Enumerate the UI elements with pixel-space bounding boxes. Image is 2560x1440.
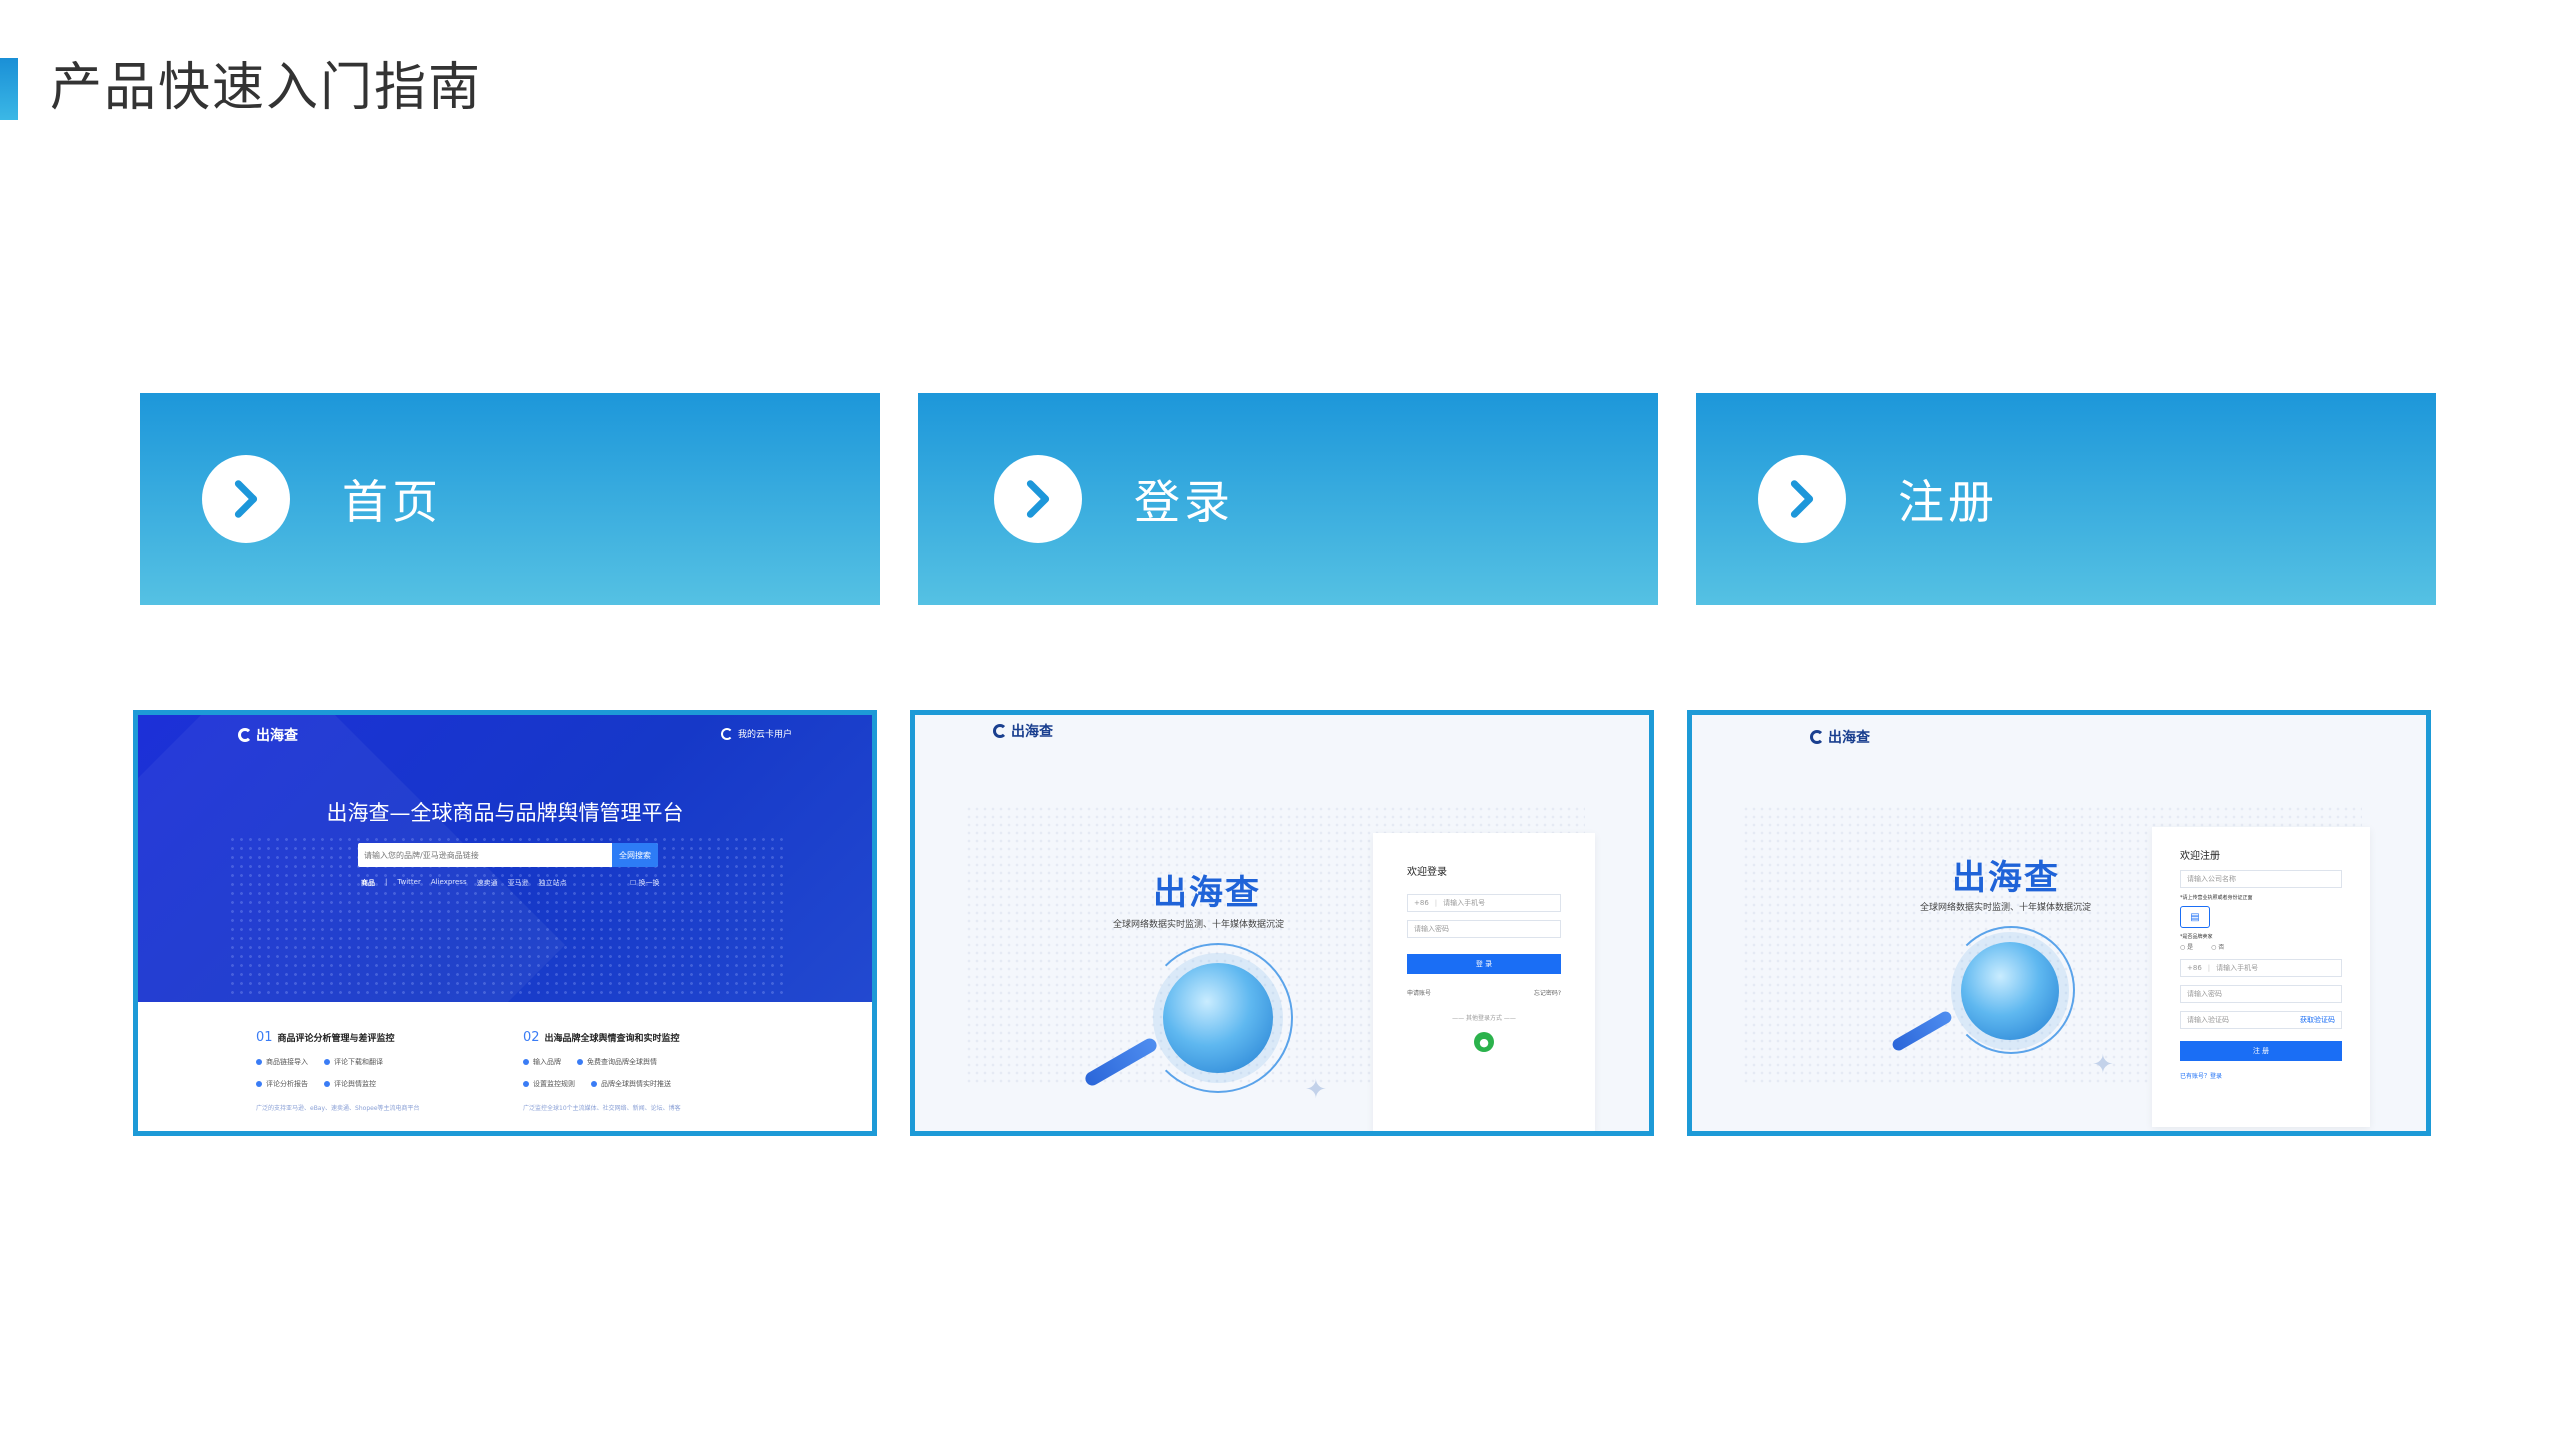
brand-subtitle: 全球网络数据实时监测、十年媒体数据沉淀	[1920, 903, 2092, 913]
logo-icon	[993, 724, 1007, 738]
phone-field[interactable]: +86 | 请输入手机号	[1407, 894, 1561, 912]
company-field[interactable]: 请输入公司名称	[2180, 870, 2342, 888]
login-form: 欢迎登录 +86 | 请输入手机号 请输入密码 登 录 申请账号 忘记密码? —— …	[1373, 833, 1595, 1131]
get-code-button[interactable]: 获取验证码	[2300, 1015, 2335, 1025]
wechat-icon[interactable]: ●	[1474, 1032, 1494, 1052]
quick-link[interactable]: 速卖通	[477, 878, 498, 888]
code-field[interactable]: 请输入验证码 获取验证码	[2180, 1011, 2342, 1029]
feature-block: 02 出海品牌全球舆情查询和实时监控 输入品牌 免费查询品牌全球舆情 设置监控规则品…	[523, 1030, 681, 1112]
quick-links: 商品 | Twitter Aliexpress 速卖通 亚马逊 独立站点	[361, 878, 567, 888]
register-screenshot: 出海查 出海查 全球网络数据实时监测、十年媒体数据沉淀 ✦ 欢迎注册 请输入公司…	[1687, 710, 2431, 1136]
register-form: 欢迎注册 请输入公司名称 *请上传营业执照或者身份证正面 ▤ *是否品牌卖家 ○…	[2152, 827, 2370, 1127]
forgot-password-link[interactable]: 忘记密码?	[1534, 988, 1561, 997]
form-title: 欢迎注册	[2180, 851, 2220, 862]
other-login-label: —— 其他登录方式 ——	[1452, 1015, 1516, 1022]
user-icon	[720, 727, 733, 740]
quick-link[interactable]: 商品	[361, 878, 375, 888]
refresh-link[interactable]: ☐ 换一换	[630, 878, 660, 888]
chevron-right-icon	[1758, 455, 1846, 543]
login-link[interactable]: 已有账号？登录	[2180, 1071, 2342, 1080]
logo-icon	[238, 728, 252, 742]
nav-card-label: 首页	[342, 475, 442, 529]
hero-headline: 出海查—全球商品与品牌舆情管理平台	[326, 801, 684, 825]
brand-wordmark: 出海查	[1952, 858, 2060, 898]
home-hero: 出海查 我的云卡用户 出海查—全球商品与品牌舆情管理平台 全网搜索 商品 | T…	[138, 715, 872, 1002]
feature-section: 01 商品评论分析管理与差评监控 商品链接导入 评论下载和翻译 评论分析报告 评论舆情…	[138, 1002, 872, 1131]
slide: 产品快速入门指南 首页 登录 注册 出海查 我的云卡用户 出海查—全球商品与品牌…	[0, 0, 2560, 1440]
login-button[interactable]: 登 录	[1407, 954, 1561, 974]
register-button[interactable]: 注 册	[2180, 1041, 2342, 1061]
logo: 出海查	[1810, 727, 1870, 747]
globe-icon	[1961, 942, 2059, 1040]
chevron-right-icon	[202, 455, 290, 543]
sparkle-icon: ✦	[1305, 1075, 1327, 1105]
sparkle-icon: ✦	[2092, 1050, 2114, 1080]
nav-card-label: 注册	[1898, 475, 1998, 529]
quick-link[interactable]: 亚马逊	[508, 878, 529, 888]
globe-icon	[1163, 963, 1273, 1073]
radio-yes[interactable]: ○ 是	[2180, 942, 2193, 951]
register-link[interactable]: 申请账号	[1407, 988, 1431, 997]
brand-subtitle: 全球网络数据实时监测、十年媒体数据沉淀	[1113, 920, 1285, 930]
nav-card-login[interactable]: 登录	[918, 393, 1658, 605]
search-bar: 全网搜索	[358, 843, 658, 867]
nav-card-label: 登录	[1134, 475, 1234, 529]
logo-icon	[1810, 730, 1824, 744]
title-accent-bar	[0, 58, 18, 120]
password-field[interactable]: 请输入密码	[2180, 985, 2342, 1003]
login-screenshot: 出海查 出海查 全球网络数据实时监测、十年媒体数据沉淀 ✦ 欢迎登录 +86 | 请…	[910, 710, 1654, 1136]
logo: 出海查	[993, 721, 1053, 741]
nav-card-register[interactable]: 注册	[1696, 393, 2436, 605]
search-input[interactable]	[358, 843, 612, 867]
phone-field[interactable]: +86 | 请输入手机号	[2180, 959, 2342, 977]
home-screenshot: 出海查 我的云卡用户 出海查—全球商品与品牌舆情管理平台 全网搜索 商品 | T…	[133, 710, 877, 1136]
nav-card-home[interactable]: 首页	[140, 393, 880, 605]
feature-block: 01 商品评论分析管理与差评监控 商品链接导入 评论下载和翻译 评论分析报告 评论舆情…	[256, 1030, 420, 1112]
logo: 出海查	[238, 725, 298, 745]
radio-no[interactable]: ○ 否	[2211, 942, 2224, 951]
brand-seller-note: *是否品牌卖家	[2180, 934, 2213, 940]
search-button[interactable]: 全网搜索	[612, 843, 658, 867]
brand-wordmark: 出海查	[1153, 873, 1261, 913]
page-title: 产品快速入门指南	[50, 58, 483, 118]
user-menu[interactable]: 我的云卡用户	[720, 727, 792, 740]
password-field[interactable]: 请输入密码	[1407, 920, 1561, 938]
quick-link[interactable]: Twitter	[397, 878, 420, 888]
quick-link[interactable]: Aliexpress	[431, 878, 467, 888]
quick-link[interactable]: 独立站点	[539, 878, 567, 888]
id-card-upload-icon[interactable]: ▤	[2180, 906, 2210, 928]
license-note: *请上传营业执照或者身份证正面	[2180, 895, 2253, 901]
chevron-right-icon	[994, 455, 1082, 543]
form-title: 欢迎登录	[1407, 867, 1447, 878]
